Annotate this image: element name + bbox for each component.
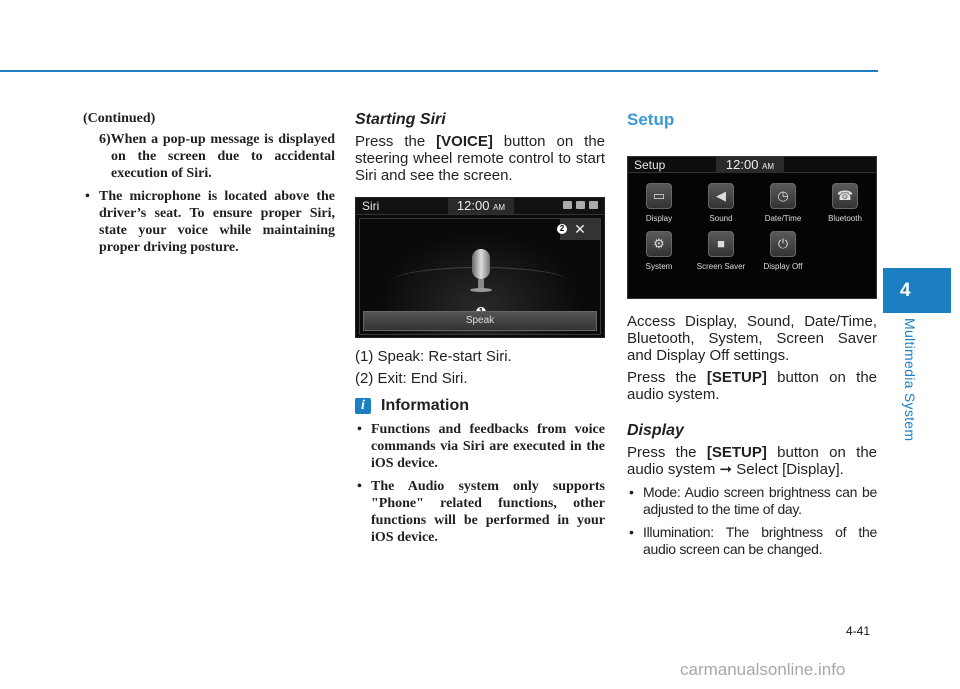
starting-siri-heading: Starting Siri <box>355 111 446 128</box>
signal-icon <box>589 201 598 209</box>
tile-label: Bluetooth <box>828 214 862 223</box>
setup-tile-display-off[interactable]: ⏻ Display Off <box>752 231 814 271</box>
top-rule <box>0 70 878 72</box>
information-header: i Information <box>355 397 605 415</box>
tile-label: Date/Time <box>764 214 802 223</box>
speaker-icon: ◀ <box>708 183 734 209</box>
information-list: Functions and feedbacks from voice comma… <box>355 421 605 546</box>
setup-tile-bluetooth[interactable]: ☎ Bluetooth <box>814 183 876 223</box>
legend-exit: (2) Exit: End Siri. <box>355 370 468 387</box>
setup-screen-header: Setup 12:00 AM <box>628 157 876 173</box>
callout-2: 2 <box>557 224 567 234</box>
clock-time: 12:00 <box>725 157 759 172</box>
column-1: (Continued) 6)When a pop-up message is d… <box>83 110 335 256</box>
voice-button-label: [VOICE] <box>436 133 493 150</box>
text: Press the <box>627 369 707 386</box>
tile-label: Screen Saver <box>696 262 746 271</box>
clock-ampm: AM <box>493 203 506 212</box>
text: Press the <box>627 444 707 461</box>
info-icon: i <box>355 398 371 414</box>
chapter-tab: 4 <box>883 268 951 313</box>
page-number: 4-41 <box>846 624 871 638</box>
watermark: carmanualsonline.info <box>680 660 846 679</box>
microphone-base <box>470 288 492 292</box>
speak-button[interactable]: Speak <box>363 311 597 331</box>
setup-tile-system[interactable]: ⚙ System <box>628 231 690 271</box>
list-item-6: 6)When a pop-up message is displayed on … <box>99 132 335 181</box>
microphone-note: The microphone is located above the driv… <box>83 188 335 256</box>
siri-body: ✕ 2 1 Speak <box>359 218 601 335</box>
tile-label: Sound <box>709 214 733 223</box>
tile-label: System <box>645 262 673 271</box>
starting-siri-intro: Press the [VOICE] button on the steering… <box>355 133 605 184</box>
info-bullet: The Audio system only supports "Phone" r… <box>355 478 605 546</box>
clock-time: 12:00 <box>456 198 490 213</box>
setup-instruction: Press the [SETUP] button on the audio sy… <box>627 369 877 403</box>
battery-icon <box>563 201 572 209</box>
setup-tile-screen-saver[interactable]: ■ Screen Saver <box>690 231 752 271</box>
status-icons <box>563 201 598 209</box>
column-2: Starting Siri Press the [VOICE] button o… <box>355 110 605 546</box>
legend-speak: (1) Speak: Re-start Siri. <box>355 348 512 365</box>
setup-screen-title: Setup <box>634 158 666 172</box>
clock-ampm: AM <box>762 162 775 171</box>
setup-button-label: [SETUP] <box>706 369 767 386</box>
display-icon: ▭ <box>646 183 672 209</box>
setup-menu-grid: ▭ Display ◀ Sound ◷ Date/Time ☎ Bluetoot… <box>628 183 876 271</box>
setup-tile-date-time[interactable]: ◷ Date/Time <box>752 183 814 223</box>
chapter-label: Multimedia System <box>902 318 918 442</box>
info-bullet: Functions and feedbacks from voice comma… <box>355 421 605 472</box>
microphone-icon <box>472 249 490 279</box>
setup-clock: 12:00 AM <box>716 157 784 173</box>
display-off-icon: ⏻ <box>770 231 796 257</box>
siri-clock: 12:00 AM <box>448 198 514 214</box>
siri-screen-title: Siri <box>362 199 380 213</box>
setup-button-label: [SETUP] <box>706 444 767 461</box>
setup-description: Access Display, Sound, Date/Time, Blueto… <box>627 313 877 364</box>
siri-screen-header: Siri 12:00 AM <box>356 198 604 215</box>
illumination-bullet: Illumination: The brightness of the audi… <box>627 524 877 558</box>
setup-tile-display[interactable]: ▭ Display <box>628 183 690 223</box>
setup-screen-image: Setup 12:00 AM ▭ Display ◀ Sound ◷ Date/… <box>627 156 877 299</box>
information-title: Information <box>381 397 469 414</box>
tile-label: Display Off <box>763 262 803 271</box>
clock-icon: ◷ <box>770 183 796 209</box>
setup-tile-sound[interactable]: ◀ Sound <box>690 183 752 223</box>
tile-label: Display <box>645 214 673 223</box>
screen-saver-icon: ■ <box>708 231 734 257</box>
display-instruction: Press the [SETUP] button on the audio sy… <box>627 444 877 478</box>
intro-text: Press the <box>355 133 437 150</box>
column-3: Setup Setup 12:00 AM ▭ Display ◀ Sound ◷… <box>627 110 877 558</box>
siri-screen-image: Siri 12:00 AM ✕ 2 1 Speak <box>355 197 605 338</box>
setup-heading: Setup <box>627 110 675 129</box>
mode-bullet: Mode: Audio screen brightness can be adj… <box>627 484 877 518</box>
gear-icon: ⚙ <box>646 231 672 257</box>
bluetooth-phone-icon: ☎ <box>832 183 858 209</box>
continued-label: (Continued) <box>83 111 156 126</box>
phone-icon <box>576 201 585 209</box>
display-heading: Display <box>627 422 684 439</box>
